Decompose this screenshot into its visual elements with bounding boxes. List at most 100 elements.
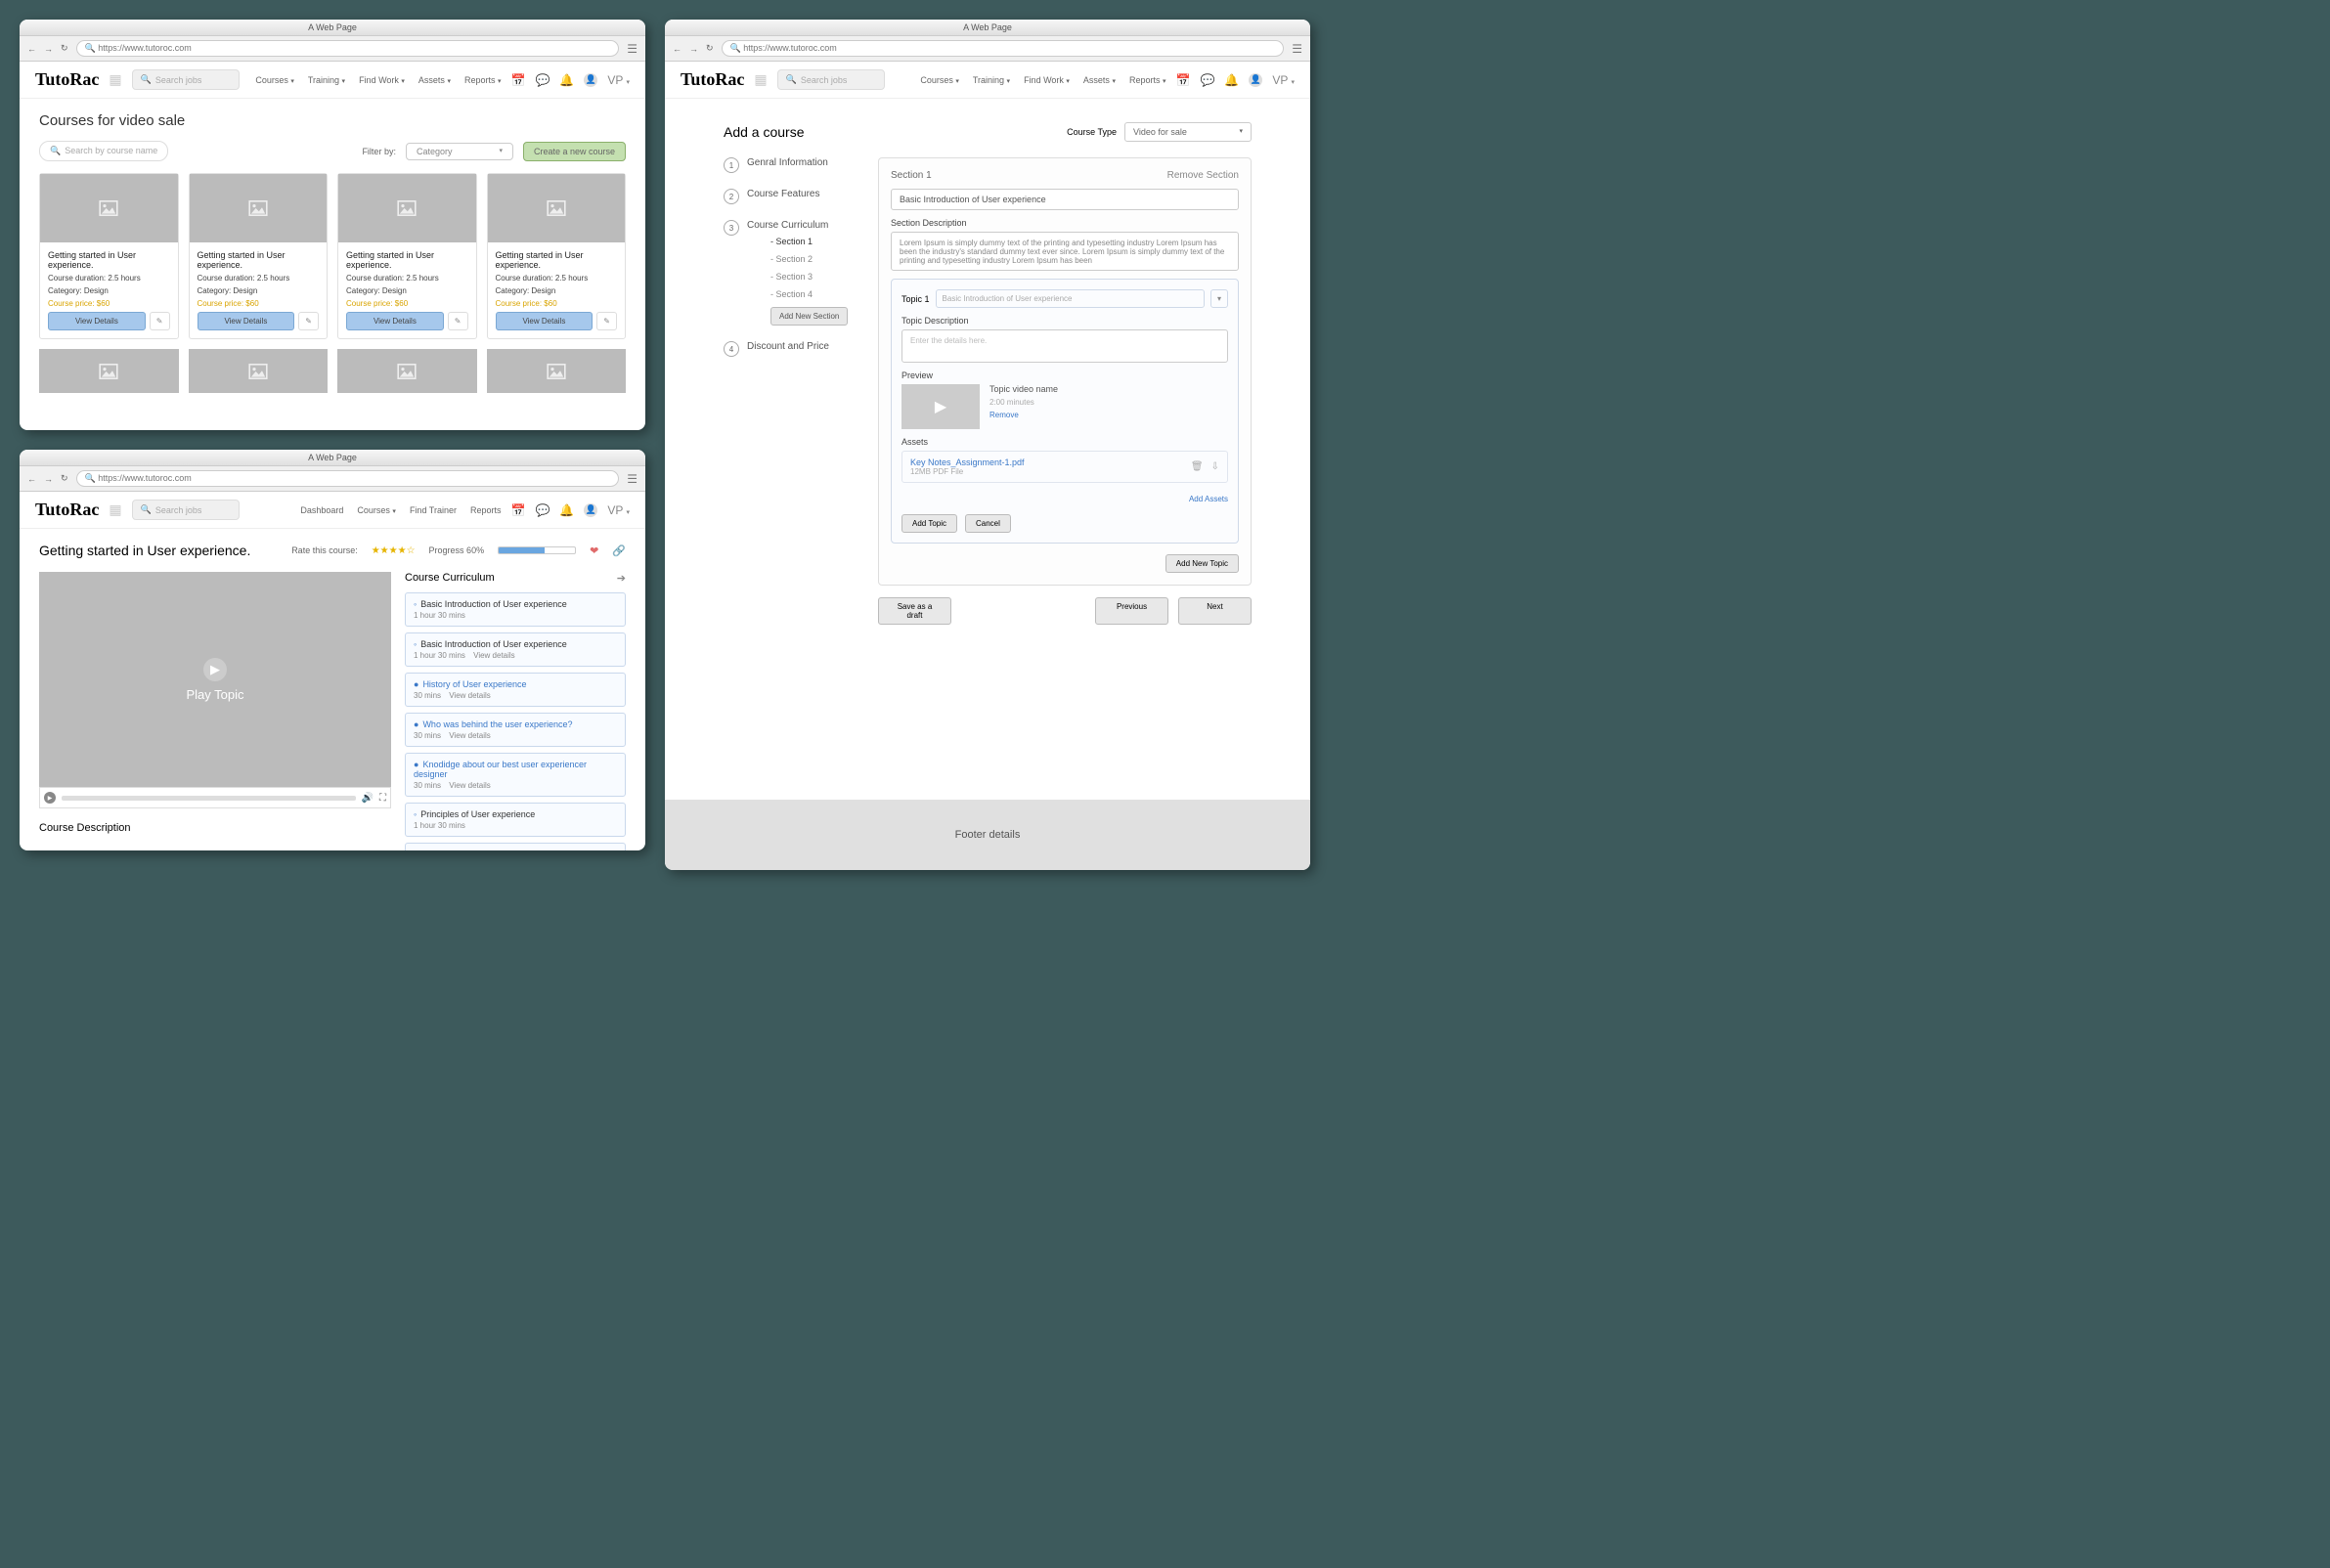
nav-link[interactable]: Reports <box>470 505 502 515</box>
nav-refresh-icon[interactable]: ↻ <box>61 473 68 484</box>
save-draft-button[interactable]: Save as a draft <box>878 597 951 625</box>
wizard-step[interactable]: 1Genral Information <box>724 157 860 173</box>
nav-link[interactable]: Courses ▾ <box>357 505 396 515</box>
nav-back-icon[interactable]: ← <box>27 44 36 54</box>
section-link[interactable]: - Section 1 <box>770 237 848 246</box>
logo[interactable]: TutoRac <box>35 500 99 520</box>
curriculum-item[interactable]: ◦Basic Introduction of User experience1 … <box>405 632 626 667</box>
view-details-button[interactable]: View Details <box>198 312 295 330</box>
nav-link[interactable]: Find Work ▾ <box>1024 75 1070 85</box>
share-icon[interactable]: 🔗 <box>612 544 626 557</box>
course-search-input[interactable]: 🔍 Search by course name <box>39 141 168 161</box>
section-desc-textarea[interactable]: Lorem Ipsum is simply dummy text of the … <box>891 232 1239 271</box>
calendar-icon[interactable]: 📅 <box>1175 73 1190 87</box>
curriculum-item[interactable]: ◦effect of Usablity in user experience1 … <box>405 843 626 850</box>
star-rating[interactable]: ★★★★☆ <box>372 545 416 556</box>
nav-back-icon[interactable]: ← <box>673 44 681 54</box>
logo[interactable]: TutoRac <box>681 69 744 90</box>
nav-fwd-icon[interactable]: → <box>689 44 698 54</box>
logo[interactable]: TutoRac <box>35 69 99 90</box>
bell-icon[interactable]: 🔔 <box>559 73 574 87</box>
url-bar[interactable]: 🔍 https://www.tutoroc.com <box>76 470 620 487</box>
view-details-button[interactable]: View Details <box>496 312 593 330</box>
section-link[interactable]: - Section 2 <box>770 254 848 264</box>
nav-back-icon[interactable]: ← <box>27 474 36 484</box>
view-details-link[interactable]: View details <box>449 781 491 790</box>
arrow-right-icon[interactable]: ➔ <box>617 572 626 585</box>
view-details-link[interactable]: View details <box>449 691 491 700</box>
course-type-dropdown[interactable]: Video for sale▾ <box>1124 122 1252 142</box>
apps-grid-icon[interactable]: ▦ <box>109 501 121 518</box>
nav-link[interactable]: Courses ▾ <box>255 75 294 85</box>
create-course-button[interactable]: Create a new course <box>523 142 626 161</box>
nav-refresh-icon[interactable]: ↻ <box>61 43 68 54</box>
view-details-link[interactable]: View details <box>449 731 491 740</box>
fullscreen-icon[interactable]: ⛶ <box>379 793 386 804</box>
nav-fwd-icon[interactable]: → <box>44 474 53 484</box>
chat-icon[interactable]: 💬 <box>1200 73 1214 87</box>
heart-icon[interactable]: ❤ <box>590 544 598 557</box>
remove-section-link[interactable]: Remove Section <box>1167 170 1239 181</box>
add-topic-button[interactable]: Add Topic <box>901 514 957 533</box>
video-player[interactable]: ▶ Play Topic <box>39 572 391 787</box>
nav-refresh-icon[interactable]: ↻ <box>706 43 714 54</box>
user-menu[interactable]: VP ▾ <box>1272 73 1295 87</box>
section-link[interactable]: - Section 3 <box>770 272 848 282</box>
avatar-icon[interactable]: 👤 <box>584 73 597 87</box>
previous-button[interactable]: Previous <box>1095 597 1168 625</box>
wizard-step[interactable]: 2Course Features <box>724 189 860 204</box>
nav-link[interactable]: Courses ▾ <box>920 75 959 85</box>
search-input[interactable]: 🔍 Search jobs <box>132 500 240 520</box>
wizard-step[interactable]: 3Course Curriculum- Section 1- Section 2… <box>724 220 860 326</box>
seek-bar[interactable] <box>62 796 356 801</box>
bell-icon[interactable]: 🔔 <box>1224 73 1239 87</box>
curriculum-item[interactable]: ●Who was behind the user experience?30 m… <box>405 713 626 747</box>
video-thumb[interactable]: ▶ <box>901 384 980 429</box>
apps-grid-icon[interactable]: ▦ <box>754 71 767 88</box>
add-assets-link[interactable]: Add Assets <box>1189 495 1228 503</box>
bell-icon[interactable]: 🔔 <box>559 503 574 517</box>
user-menu[interactable]: VP ▾ <box>607 503 630 517</box>
trash-icon[interactable]: 🗑 <box>1191 461 1204 472</box>
nav-link[interactable]: Dashboard <box>300 505 343 515</box>
curriculum-item[interactable]: ◦Basic Introduction of User experience1 … <box>405 592 626 627</box>
url-bar[interactable]: 🔍 https://www.tutoroc.com <box>76 40 620 57</box>
hamburger-icon[interactable]: ☰ <box>1292 42 1302 56</box>
chat-icon[interactable]: 💬 <box>535 503 550 517</box>
add-section-button[interactable]: Add New Section <box>770 307 848 326</box>
edit-icon[interactable]: ✎ <box>298 312 319 330</box>
topic-desc-textarea[interactable]: Enter the details here. <box>901 329 1228 363</box>
download-icon[interactable]: ⇩ <box>1211 461 1219 472</box>
avatar-icon[interactable]: 👤 <box>584 503 597 517</box>
hamburger-icon[interactable]: ☰ <box>627 42 637 56</box>
nav-link[interactable]: Training ▾ <box>973 75 1010 85</box>
search-input[interactable]: 🔍 Search jobs <box>132 69 240 90</box>
hamburger-icon[interactable]: ☰ <box>627 472 637 486</box>
nav-link[interactable]: Reports ▾ <box>464 75 502 85</box>
section-link[interactable]: - Section 4 <box>770 289 848 299</box>
nav-link[interactable]: Find Work ▾ <box>359 75 405 85</box>
edit-icon[interactable]: ✎ <box>150 312 170 330</box>
view-details-link[interactable]: View details <box>473 651 515 660</box>
curriculum-item[interactable]: ◦Principles of User experience1 hour 30 … <box>405 803 626 837</box>
remove-video-link[interactable]: Remove <box>989 411 1058 419</box>
apps-grid-icon[interactable]: ▦ <box>109 71 121 88</box>
edit-icon[interactable]: ✎ <box>596 312 617 330</box>
calendar-icon[interactable]: 📅 <box>510 503 525 517</box>
curriculum-item[interactable]: ●History of User experience30 mins View … <box>405 673 626 707</box>
topic-title-input[interactable]: Basic Introduction of User experience <box>936 289 1205 308</box>
user-menu[interactable]: VP ▾ <box>607 73 630 87</box>
topic-expand-button[interactable]: ▾ <box>1210 289 1228 308</box>
play-icon[interactable]: ▶ <box>203 658 227 681</box>
add-new-topic-button[interactable]: Add New Topic <box>1165 554 1239 573</box>
search-input[interactable]: 🔍 Search jobs <box>777 69 885 90</box>
edit-icon[interactable]: ✎ <box>448 312 468 330</box>
nav-link[interactable]: Assets ▾ <box>1083 75 1116 85</box>
chat-icon[interactable]: 💬 <box>535 73 550 87</box>
url-bar[interactable]: 🔍 https://www.tutoroc.com <box>722 40 1285 57</box>
play-button-icon[interactable]: ▶ <box>44 792 56 804</box>
next-button[interactable]: Next <box>1178 597 1252 625</box>
nav-link[interactable]: Find Trainer <box>410 505 457 515</box>
cancel-button[interactable]: Cancel <box>965 514 1011 533</box>
curriculum-item[interactable]: ●Knodidge about our best user experience… <box>405 753 626 797</box>
